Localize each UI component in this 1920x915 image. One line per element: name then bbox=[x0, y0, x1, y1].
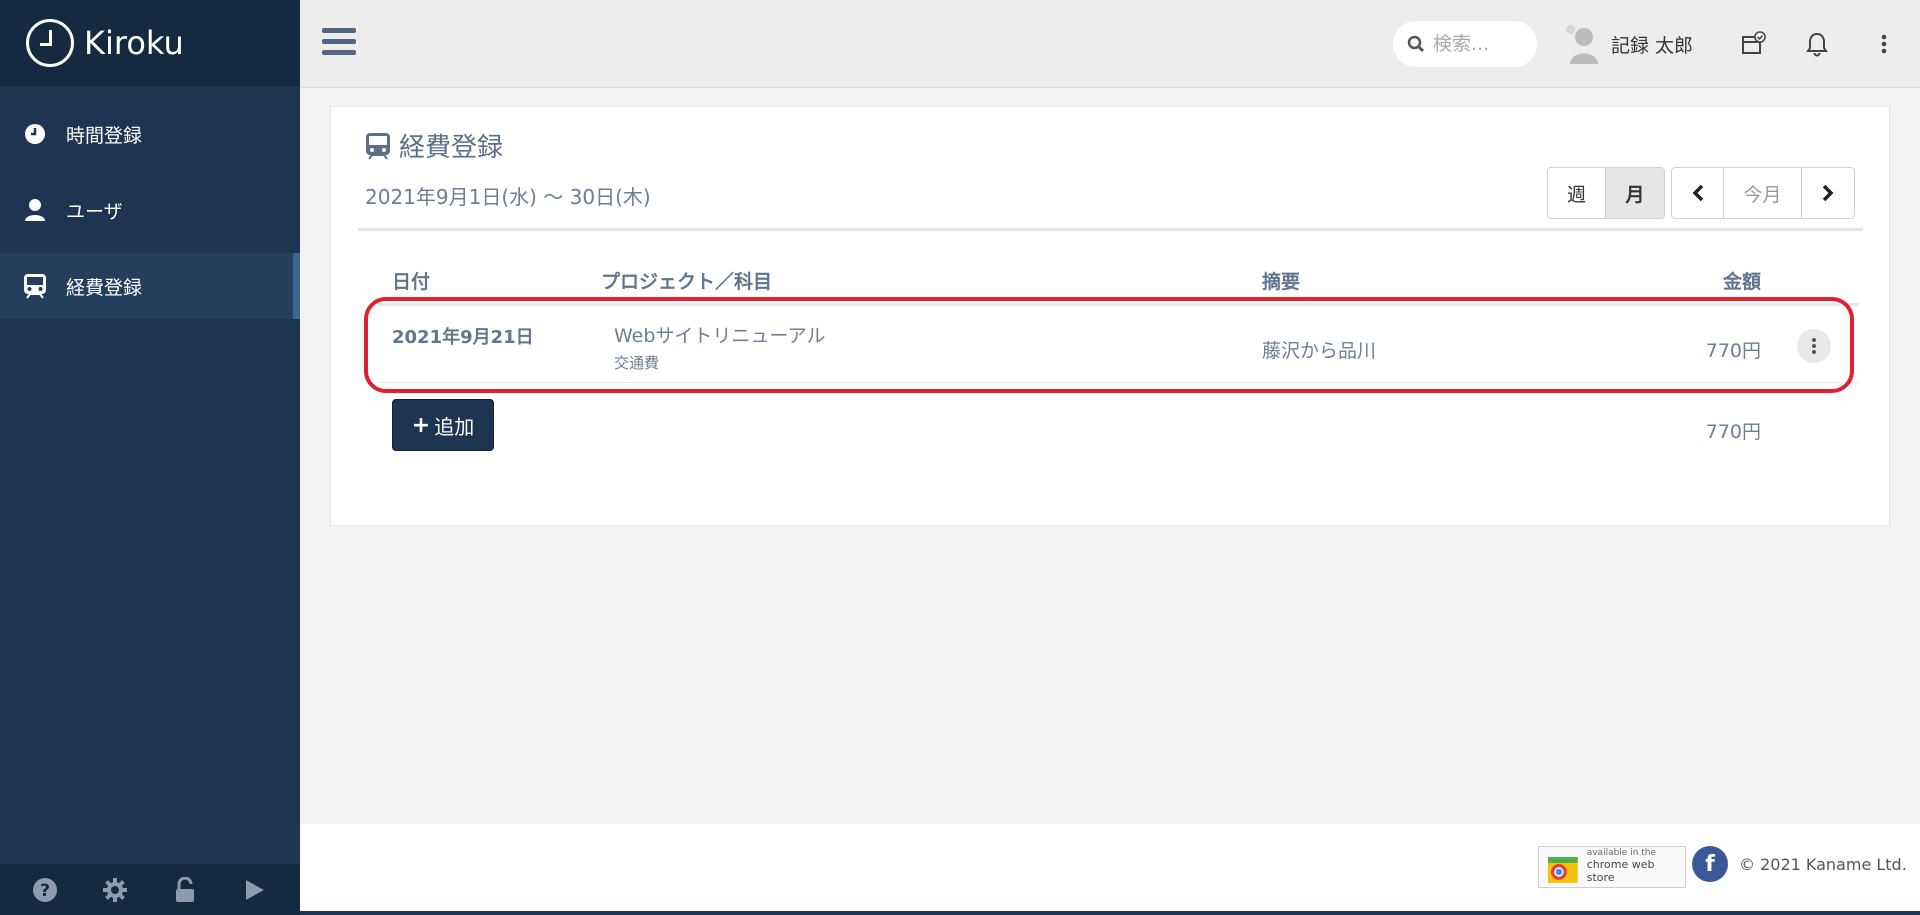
next-button[interactable] bbox=[1802, 168, 1854, 218]
column-header-date: 日付 bbox=[392, 271, 431, 293]
brand[interactable]: Kiroku bbox=[0, 0, 300, 86]
more-vertical-icon[interactable] bbox=[1867, 27, 1901, 61]
user-icon bbox=[22, 197, 48, 223]
week-view-button[interactable]: 週 bbox=[1548, 168, 1606, 218]
chevron-left-icon bbox=[1692, 184, 1703, 202]
row-menu-button[interactable] bbox=[1797, 329, 1831, 363]
train-icon bbox=[365, 132, 391, 160]
month-view-button[interactable]: 月 bbox=[1606, 168, 1664, 218]
footer-bar bbox=[300, 911, 1920, 915]
table-row[interactable] bbox=[379, 303, 1859, 383]
user-name: 記録 太郎 bbox=[1611, 34, 1694, 57]
search-input[interactable] bbox=[1433, 33, 1533, 55]
column-header-project: プロジェクト／科目 bbox=[601, 271, 773, 293]
brand-name: Kiroku bbox=[84, 24, 184, 62]
view-toggle: 週 月 bbox=[1547, 167, 1665, 219]
search-icon bbox=[1407, 35, 1425, 53]
unlock-icon[interactable] bbox=[165, 870, 205, 910]
calendar-check-icon[interactable] bbox=[1737, 27, 1771, 61]
sidebar-item-expense[interactable]: 経費登録 bbox=[0, 253, 300, 319]
sidebar: Kiroku 時間登録 ユーザ 経費登録 ? bbox=[0, 0, 300, 915]
play-icon[interactable] bbox=[235, 870, 275, 910]
hamburger-menu-icon[interactable] bbox=[322, 28, 356, 58]
add-button-label: 追加 bbox=[434, 414, 475, 439]
cws-large: chrome web store bbox=[1586, 858, 1655, 884]
clock-logo-icon bbox=[26, 19, 74, 67]
copyright: © 2021 Kaname Ltd. bbox=[1739, 855, 1907, 874]
gear-icon[interactable] bbox=[95, 870, 135, 910]
train-icon bbox=[22, 273, 48, 299]
prev-button[interactable] bbox=[1672, 168, 1724, 218]
total-amount: 770円 bbox=[1705, 421, 1761, 443]
sidebar-item-label: 時間登録 bbox=[66, 124, 143, 147]
bell-icon[interactable] bbox=[1800, 27, 1834, 61]
this-month-button[interactable]: 今月 bbox=[1724, 168, 1802, 218]
row-date: 2021年9月21日 bbox=[392, 327, 534, 348]
top-bar: 記録 太郎 bbox=[300, 0, 1920, 88]
date-range: 2021年9月1日(水) ～ 30日(木) bbox=[365, 185, 651, 209]
sidebar-item-label: 経費登録 bbox=[66, 276, 143, 299]
row-amount: 770円 bbox=[1705, 340, 1761, 362]
page-title-text: 経費登録 bbox=[399, 133, 504, 163]
expense-panel: 経費登録 2021年9月1日(水) ～ 30日(木) 週 月 今月 日付 プロジ… bbox=[330, 106, 1890, 526]
sidebar-item-user[interactable]: ユーザ bbox=[0, 177, 300, 243]
chrome-web-store-badge[interactable]: available in the chrome web store bbox=[1538, 846, 1686, 888]
search-box[interactable] bbox=[1393, 21, 1537, 67]
row-project: Webサイトリニューアル bbox=[614, 325, 826, 347]
column-header-amount: 金額 bbox=[1722, 271, 1761, 293]
footer: available in the chrome web store f © 20… bbox=[300, 824, 1920, 911]
add-button[interactable]: + 追加 bbox=[392, 399, 494, 451]
chevron-right-icon bbox=[1822, 184, 1834, 202]
row-category: 交通費 bbox=[614, 354, 660, 372]
facebook-icon[interactable]: f bbox=[1692, 846, 1728, 882]
sidebar-item-label: ユーザ bbox=[66, 200, 123, 223]
help-icon[interactable]: ? bbox=[25, 870, 65, 910]
svg-text:?: ? bbox=[40, 881, 50, 901]
sidebar-footer: ? bbox=[0, 864, 300, 915]
column-header-summary: 摘要 bbox=[1262, 271, 1301, 293]
row-summary: 藤沢から品川 bbox=[1262, 340, 1377, 362]
page-title: 経費登録 bbox=[365, 127, 503, 164]
period-nav: 今月 bbox=[1671, 167, 1855, 219]
cws-text: available in the chrome web store bbox=[1586, 848, 1685, 885]
sidebar-item-time[interactable]: 時間登録 bbox=[0, 101, 300, 167]
chrome-store-icon bbox=[1547, 857, 1578, 883]
clock-icon bbox=[22, 121, 48, 147]
plus-icon: + bbox=[411, 412, 431, 438]
divider bbox=[358, 228, 1863, 231]
user-menu[interactable]: 記録 太郎 bbox=[1566, 22, 1694, 66]
more-vertical-icon bbox=[1812, 337, 1816, 355]
avatar bbox=[1567, 24, 1601, 64]
